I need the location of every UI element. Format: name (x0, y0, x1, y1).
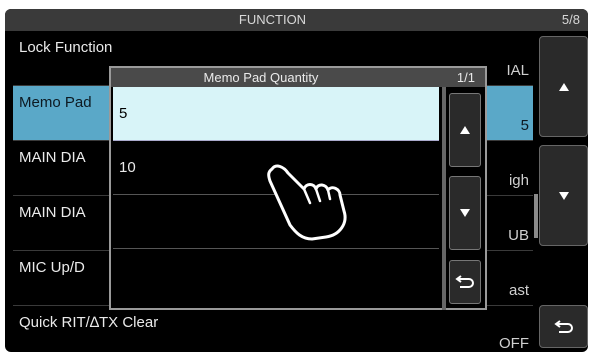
row-label: MAIN DIA (19, 149, 86, 166)
return-icon (553, 319, 573, 333)
down-arrow-icon (558, 191, 569, 200)
row-label: MAIN DIA (19, 204, 86, 221)
option-label: 10 (119, 159, 136, 176)
dialog-page-indicator: 1/1 (456, 70, 475, 85)
option-5[interactable]: 5 (113, 87, 439, 141)
function-screen: FUNCTION 5/8 Lock Function IAL Memo Pad … (5, 9, 588, 352)
row-label: Memo Pad (19, 94, 92, 111)
scroll-up-button[interactable] (539, 36, 588, 137)
row-value: UB (508, 227, 529, 244)
return-button[interactable] (539, 305, 588, 348)
row-value: OFF (499, 335, 529, 352)
return-icon (455, 275, 474, 288)
pointing-hand-icon (267, 164, 347, 241)
up-arrow-icon (558, 82, 569, 91)
option-label: 5 (119, 105, 128, 122)
dialog-scroll-thumb[interactable] (442, 87, 446, 310)
row-value: 5 (520, 117, 529, 134)
screen-title: FUNCTION (238, 12, 307, 27)
dialog-return-button[interactable] (449, 260, 481, 304)
menu-row-quick-rit-clear[interactable]: Quick RIT/∆TX Clear OFF (13, 306, 533, 352)
dialog-title-bar: Memo Pad Quantity 1/1 (111, 68, 485, 87)
menu-scroll-thumb[interactable] (534, 194, 538, 238)
row-value: ast (508, 282, 529, 299)
row-label: MIC Up/D (19, 259, 85, 276)
title-bar: FUNCTION 5/8 (5, 9, 588, 31)
row-value: igh (508, 172, 529, 189)
dialog-up-button[interactable] (449, 93, 481, 167)
row-label: Lock Function (19, 39, 113, 56)
option-empty-2[interactable] (113, 249, 439, 302)
scroll-down-button[interactable] (539, 145, 588, 246)
row-label: Quick RIT/∆TX Clear (19, 314, 159, 331)
up-arrow-icon (460, 126, 470, 134)
row-value: IAL (506, 62, 529, 79)
dialog-down-button[interactable] (449, 176, 481, 250)
down-arrow-icon (460, 209, 470, 217)
dialog-title: Memo Pad Quantity (203, 70, 319, 85)
page-indicator: 5/8 (561, 12, 580, 27)
